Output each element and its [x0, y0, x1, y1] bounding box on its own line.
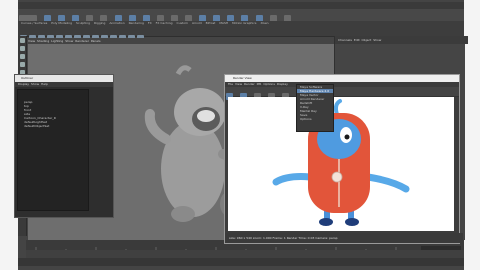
dropdown-option[interactable]: Options — [297, 117, 333, 121]
render-view-window: Render View File View Render IPR Options… — [224, 74, 463, 244]
shelf: Curves / Surfaces Poly Modeling Sculptin… — [18, 21, 464, 42]
viewport-menu-show[interactable]: Show — [65, 39, 73, 43]
renderer-dropdown[interactable]: Maya Software Maya Hardware 2.0 Maya Vec… — [296, 84, 334, 132]
select-tool-icon[interactable] — [19, 38, 25, 43]
viewport-menu-view[interactable]: View — [28, 39, 35, 43]
shelf-tab-fx-caching[interactable]: FX Caching — [156, 21, 173, 26]
rv-menu-ipr[interactable]: IPR — [257, 82, 262, 86]
rv-menu-options[interactable]: Options — [263, 82, 275, 86]
outliner-title: Outliner — [15, 75, 113, 82]
shelf-tab-curves-surfaces[interactable]: Curves / Surfaces — [21, 21, 47, 26]
outliner-list: persp top front side Cartoon_Character_R… — [17, 89, 89, 211]
shelf-tab-custom[interactable]: Custom — [176, 21, 188, 26]
tab-object[interactable]: Object — [362, 38, 372, 42]
rv-menu-file[interactable]: File — [228, 82, 233, 86]
list-item[interactable]: defaultObjectSet — [18, 124, 88, 128]
shelf-tab-rendering[interactable]: Rendering — [129, 21, 144, 26]
paint-select-icon[interactable] — [19, 54, 25, 59]
tab-edit[interactable]: Edit — [354, 38, 360, 42]
rv-menu-render[interactable]: Render — [244, 82, 255, 86]
rv-menu-view[interactable]: View — [235, 82, 242, 86]
shelf-tab-rigging[interactable]: Rigging — [94, 21, 105, 26]
shelf-tab-fx[interactable]: FX — [148, 21, 152, 26]
shelf-tab-arnold[interactable]: Arnold — [192, 21, 202, 26]
range-slider[interactable] — [26, 250, 464, 258]
render-status: size: 960 x 540 zoom: 1.000 Frame: 1 Ren… — [225, 233, 463, 243]
rendered-character — [272, 99, 410, 226]
shelf-tabs: Curves / Surfaces Poly Modeling Sculptin… — [18, 21, 464, 26]
render-image[interactable] — [228, 97, 454, 231]
viewport-menu-shading[interactable]: Shading — [37, 39, 49, 43]
shelf-tab-xgen[interactable]: XGen — [260, 21, 268, 26]
shelf-tab-motion-graphics[interactable]: Motion Graphics — [232, 21, 256, 26]
viewport-menu-renderer[interactable]: Renderer — [75, 39, 89, 43]
lasso-tool-icon[interactable] — [19, 46, 25, 51]
tab-channels[interactable]: Channels — [338, 38, 352, 42]
render-view-title: Render View — [225, 75, 459, 82]
outliner-menu-show[interactable]: Show — [31, 82, 39, 86]
shelf-tab-sculpting[interactable]: Sculpting — [76, 21, 90, 26]
viewport-menu-panels[interactable]: Panels — [91, 39, 101, 43]
outliner-menubar: Display Show Help — [15, 82, 113, 87]
render-view-toolbar — [225, 87, 459, 100]
command-line[interactable] — [18, 258, 464, 266]
rv-menu-display[interactable]: Display — [277, 82, 288, 86]
outliner-menu-display[interactable]: Display — [18, 82, 29, 86]
main-menubar: File Edit Create Select Modify Display W… — [18, 2, 464, 18]
move-tool-icon[interactable] — [19, 62, 25, 67]
tab-show[interactable]: Show — [373, 38, 381, 42]
shelf-tab-animation[interactable]: Animation — [109, 21, 124, 26]
shelf-tab-bifrost[interactable]: Bifrost — [206, 21, 216, 26]
viewport-menu-lighting[interactable]: Lighting — [51, 39, 63, 43]
shelf-tab-mash[interactable]: MASH — [219, 21, 228, 26]
channel-box-tabs: Channels Edit Object Show — [335, 36, 468, 44]
outliner-menu-help[interactable]: Help — [41, 82, 48, 86]
shelf-tab-poly-modeling[interactable]: Poly Modeling — [51, 21, 72, 26]
outliner-window: Outliner Display Show Help persp top fro… — [14, 74, 114, 218]
